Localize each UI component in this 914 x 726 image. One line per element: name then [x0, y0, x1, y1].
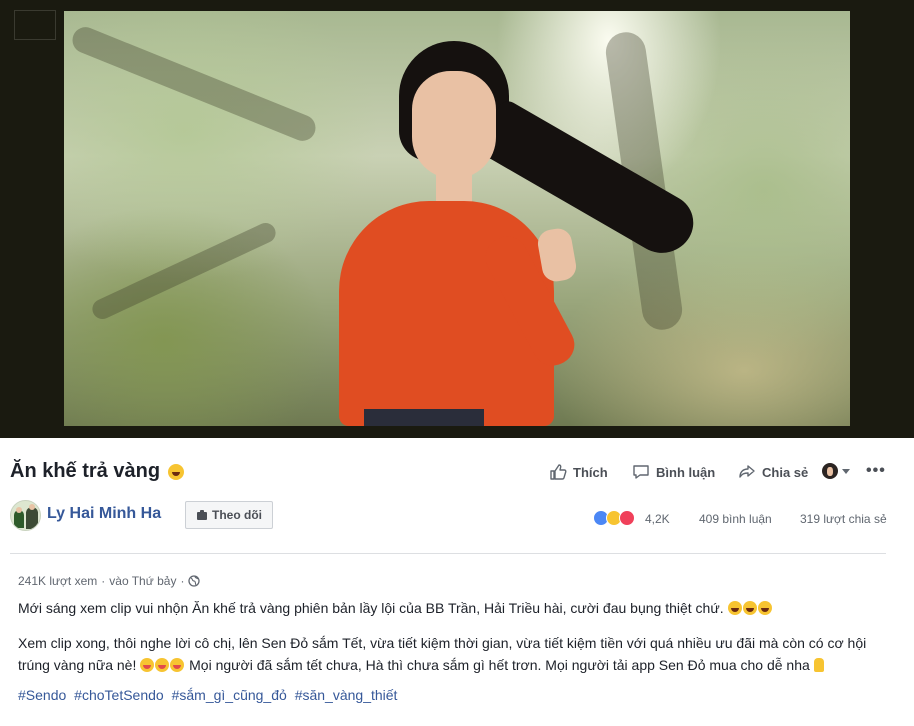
view-count: 241K lượt xem — [18, 574, 98, 588]
separator: · — [180, 574, 185, 588]
video-player[interactable] — [0, 0, 914, 438]
belt — [364, 409, 484, 426]
hashtag-link[interactable]: #Sendo — [18, 687, 66, 703]
face — [412, 71, 496, 179]
post-meta: 241K lượt xem · vào Thứ bảy · — [18, 574, 201, 588]
laughing-emoji-icon — [742, 601, 757, 615]
laughing-emoji-icon — [757, 601, 772, 615]
hashtag-link[interactable]: #sắm_gì_cũng_đỏ — [172, 687, 287, 703]
tree-branch — [89, 219, 279, 323]
like-label: Thích — [573, 464, 608, 480]
page-avatar[interactable] — [10, 500, 41, 531]
share-icon — [739, 465, 755, 478]
separator: · — [101, 574, 106, 588]
chevron-down-icon[interactable] — [842, 469, 850, 474]
page-name-link[interactable]: Ly Hai Minh Ha — [47, 505, 161, 523]
neck — [436, 166, 472, 206]
follow-label: Theo dõi — [212, 508, 262, 522]
post-paragraph-2: Xem clip xong, thôi nghe lời cô chị, lên… — [18, 635, 867, 673]
video-frame[interactable] — [64, 11, 850, 426]
follow-button[interactable]: Theo dõi — [185, 501, 273, 529]
comment-label: Bình luận — [656, 464, 716, 480]
comment-button[interactable]: Bình luận — [632, 463, 715, 481]
tongue-emoji-icon — [170, 658, 185, 672]
follow-icon — [197, 510, 207, 520]
reactions-summary[interactable] — [593, 510, 635, 526]
globe-icon[interactable] — [188, 575, 201, 587]
like-button[interactable]: Thích — [549, 463, 608, 481]
hashtag-link[interactable]: #săn_vàng_thiết — [295, 687, 398, 703]
thumbs-up-icon — [550, 464, 567, 480]
love-reaction-icon — [619, 510, 635, 526]
share-count[interactable]: 319 lượt chia sẻ — [800, 512, 887, 526]
post-time-link[interactable]: vào Thứ bảy — [109, 574, 176, 588]
tree-branch — [68, 23, 320, 145]
victory-hand-icon — [813, 658, 824, 672]
divider — [10, 553, 886, 554]
share-label: Chia sẻ — [762, 464, 809, 480]
hashtag-list: #Sendo #choTetSendo #sắm_gì_cũng_đỏ #săn… — [18, 687, 401, 703]
video-title: Ăn khế trả vàng — [10, 460, 184, 483]
laughing-emoji-icon — [727, 601, 742, 615]
player-corner-button[interactable] — [14, 10, 56, 40]
share-button[interactable]: Chia sẻ — [738, 463, 808, 481]
post-paragraph-1: Mới sáng xem clip vui nhộn Ăn khế trả và… — [18, 597, 878, 619]
hashtag-link[interactable]: #choTetSendo — [74, 687, 164, 703]
more-options-button[interactable]: ••• — [866, 462, 886, 480]
comment-icon — [633, 465, 649, 479]
laughing-emoji-icon — [167, 463, 184, 480]
tongue-emoji-icon — [155, 658, 170, 672]
tongue-emoji-icon — [140, 658, 155, 672]
comment-count[interactable]: 409 bình luận — [699, 512, 772, 526]
share-as-avatar[interactable] — [822, 463, 838, 479]
reaction-count[interactable]: 4,2K — [645, 512, 670, 526]
